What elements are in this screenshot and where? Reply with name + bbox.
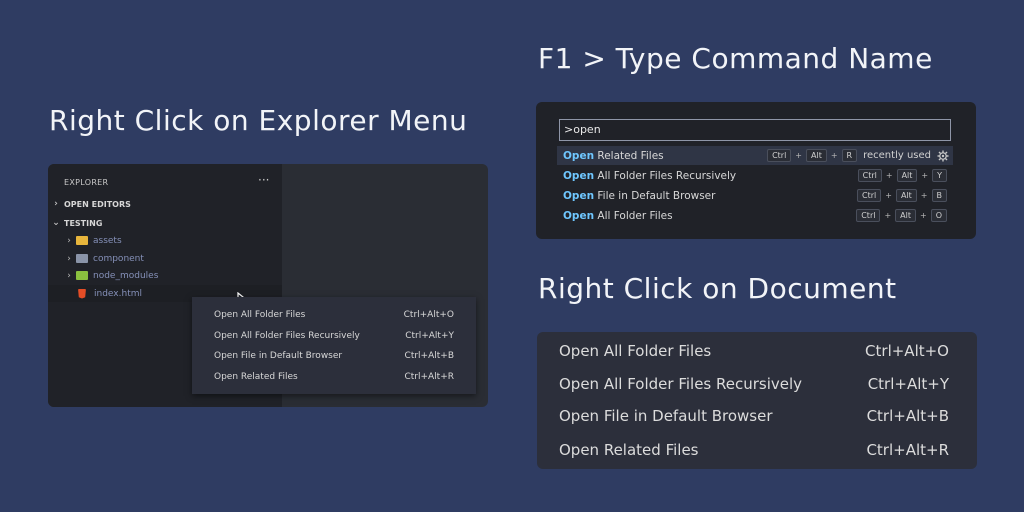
menu-item-label: Open Related Files <box>214 372 298 382</box>
chevron-right-icon: › <box>54 199 58 209</box>
key-cap: Alt <box>895 209 916 222</box>
document-context-menu: Open All Folder Files Ctrl+Alt+O Open Al… <box>537 332 977 469</box>
key-cap: Ctrl <box>856 209 881 222</box>
menu-item-open-related-files[interactable]: Open Related Files Ctrl+Alt+R <box>537 435 977 465</box>
menu-item-label: Open File in Default Browser <box>214 351 343 361</box>
keybinding: Ctrl + Alt + R <box>767 149 858 162</box>
more-actions-icon[interactable]: ··· <box>258 173 269 187</box>
menu-item-shortcut: Ctrl+Alt+O <box>403 310 454 320</box>
key-cap: Y <box>932 169 947 182</box>
menu-item-label: Open All Folder Files <box>559 342 712 360</box>
menu-item-open-all-folder-files-recursively[interactable]: Open All Folder Files Recursively Ctrl+A… <box>537 369 977 399</box>
menu-item-shortcut: Ctrl+Alt+O <box>865 342 949 360</box>
key-cap: Alt <box>896 169 918 182</box>
section-label: TESTING <box>64 218 103 228</box>
chevron-right-icon: › <box>67 270 71 281</box>
palette-item-label: File in Default Browser <box>594 189 716 202</box>
menu-item-shortcut: Ctrl+Alt+B <box>866 407 949 425</box>
menu-item-shortcut: Ctrl+Alt+B <box>404 351 454 361</box>
tree-item-label: assets <box>93 235 122 246</box>
recently-used-label: recently used <box>863 150 931 161</box>
match-highlight: Open <box>563 209 595 222</box>
menu-item-shortcut: Ctrl+Alt+R <box>404 372 454 382</box>
menu-item-shortcut: Ctrl+Alt+Y <box>867 375 949 393</box>
section-testing[interactable]: ⌄ TESTING <box>48 215 282 231</box>
command-input[interactable]: >open <box>559 119 951 141</box>
key-cap: Alt <box>895 189 917 202</box>
menu-item-open-all-folder-files[interactable]: Open All Folder Files Ctrl+Alt+O <box>192 305 476 325</box>
key-plus: + <box>921 171 929 180</box>
folder-node-icon <box>76 271 88 280</box>
menu-item-open-related-files[interactable]: Open Related Files Ctrl+Alt+R <box>192 367 476 387</box>
palette-item-open-file-in-default-browser[interactable]: Open File in Default Browser Ctrl + Alt + … <box>557 186 953 205</box>
key-plus: + <box>885 191 892 200</box>
explorer-title: EXPLORER <box>64 178 109 187</box>
chevron-right-icon: › <box>67 253 71 264</box>
tree-item-component[interactable]: › component <box>48 250 282 267</box>
command-palette: >open Open Related Files Ctrl + Alt + R re… <box>536 102 976 239</box>
chevron-right-icon: › <box>67 235 71 246</box>
menu-item-shortcut: Ctrl+Alt+Y <box>405 331 454 341</box>
heading-explorer-menu: Right Click on Explorer Menu <box>49 104 468 137</box>
key-cap: Ctrl <box>857 169 882 182</box>
key-cap: R <box>841 149 858 162</box>
key-cap: Ctrl <box>857 189 882 202</box>
key-cap: Alt <box>806 149 827 162</box>
heading-command-palette: F1 > Type Command Name <box>538 42 933 75</box>
menu-item-label: Open All Folder Files <box>214 310 306 320</box>
key-cap: O <box>930 209 947 222</box>
palette-item-label: Related Files <box>594 149 664 162</box>
key-plus: + <box>920 191 928 200</box>
key-plus: + <box>884 211 892 220</box>
tree-item-label: node_modules <box>93 270 159 281</box>
key-plus: + <box>830 151 838 160</box>
menu-item-open-all-folder-files[interactable]: Open All Folder Files Ctrl+Alt+O <box>537 336 977 366</box>
section-open-editors[interactable]: › OPEN EDITORS <box>48 196 282 212</box>
menu-item-open-all-folder-files-recursively[interactable]: Open All Folder Files Recursively Ctrl+A… <box>192 326 476 346</box>
tree-item-label: component <box>93 253 144 264</box>
menu-item-open-file-in-default-browser[interactable]: Open File in Default Browser Ctrl+Alt+B <box>537 401 977 431</box>
match-highlight: Open <box>563 189 595 202</box>
menu-item-open-file-in-default-browser[interactable]: Open File in Default Browser Ctrl+Alt+B <box>192 346 476 366</box>
menu-item-label: Open File in Default Browser <box>559 407 773 425</box>
html5-icon <box>78 288 86 299</box>
menu-item-shortcut: Ctrl+Alt+R <box>866 441 949 459</box>
chevron-down-icon: ⌄ <box>52 218 60 228</box>
match-highlight: Open <box>563 149 595 162</box>
tree-item-node-modules[interactable]: › node_modules <box>48 267 282 284</box>
tree-item-assets[interactable]: › assets <box>48 232 282 249</box>
menu-item-label: Open Related Files <box>559 441 699 459</box>
palette-item-open-all-folder-files-recursively[interactable]: Open All Folder Files Recursively Ctrl + … <box>557 166 953 185</box>
menu-item-label: Open All Folder Files Recursively <box>214 331 360 341</box>
folder-yellow-icon <box>76 236 88 245</box>
keybinding: Ctrl + Alt + O <box>856 209 947 222</box>
keybinding: Ctrl + Alt + B <box>857 189 947 202</box>
gear-icon[interactable] <box>937 150 949 162</box>
palette-item-open-related-files[interactable]: Open Related Files Ctrl + Alt + R recently… <box>557 146 953 165</box>
key-cap: Ctrl <box>767 149 792 162</box>
key-cap: B <box>931 189 947 202</box>
menu-item-label: Open All Folder Files Recursively <box>559 375 803 393</box>
tree-item-label: index.html <box>94 288 142 299</box>
explorer-context-menu: Open All Folder Files Ctrl+Alt+O Open Al… <box>192 297 476 394</box>
key-plus: + <box>885 171 893 180</box>
heading-document-menu: Right Click on Document <box>538 272 897 305</box>
key-plus: + <box>920 211 927 220</box>
folder-icon <box>76 254 88 263</box>
keybinding: Ctrl + Alt + Y <box>857 169 947 182</box>
palette-item-open-all-folder-files[interactable]: Open All Folder Files Ctrl + Alt + O <box>557 206 953 225</box>
section-label: OPEN EDITORS <box>64 199 131 209</box>
palette-item-label: All Folder Files <box>594 209 673 222</box>
explorer-window: EXPLORER ··· › OPEN EDITORS ⌄ TESTING › … <box>48 164 488 407</box>
match-highlight: Open <box>563 169 595 182</box>
key-plus: + <box>795 151 802 160</box>
palette-item-label: All Folder Files Recursively <box>594 169 737 182</box>
